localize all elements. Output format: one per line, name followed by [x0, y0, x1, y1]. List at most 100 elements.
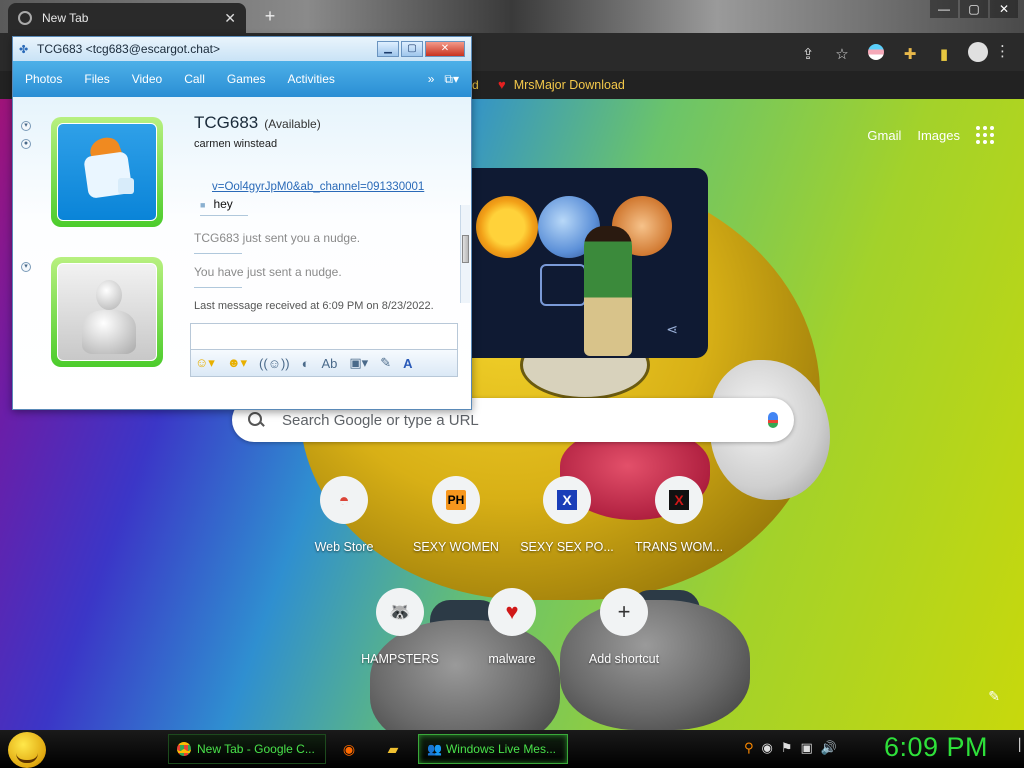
contact-name: TCG683 [194, 113, 259, 132]
messenger-tray-icon[interactable]: ◉ [762, 740, 773, 756]
chrome-icon [18, 11, 32, 25]
conversation-scrollbar[interactable] [460, 205, 470, 303]
nudge-icon[interactable]: ((☺)) [259, 356, 290, 371]
gmail-link[interactable]: Gmail [867, 128, 901, 143]
minimize-button[interactable]: ▁ [377, 41, 399, 57]
taskbar: New Tab - Google C... ◉ ▰ 👥 Windows Live… [0, 730, 1024, 768]
tab-close-icon[interactable]: ✕ [224, 10, 236, 27]
background-icon[interactable]: ▣▾ [349, 355, 368, 371]
emoticon-icon[interactable]: ☺▾ [195, 355, 215, 371]
shortcut-sexy-sex-po[interactable]: X SEXY SEX PO... [511, 476, 623, 554]
maximize-button[interactable]: ▢ [401, 41, 423, 57]
menu-call[interactable]: Call [184, 72, 205, 86]
collapse-arrow-icon[interactable]: ▾ [21, 121, 31, 131]
user-avatar[interactable] [51, 257, 163, 367]
microphone-icon[interactable] [768, 412, 778, 428]
menu-options-icon[interactable]: ⧉▾ [444, 72, 459, 87]
message-text: hey [213, 197, 233, 211]
voice-clip-icon[interactable]: ◐ [302, 356, 310, 371]
taskbar-wlm-task[interactable]: 👥 Windows Live Mes... [418, 734, 568, 764]
menu-photos[interactable]: Photos [25, 72, 62, 86]
bookmark-star-icon[interactable]: ☆ [832, 45, 852, 63]
wlm-conversation-window: ✤ TCG683 <tcg683@escargot.chat> ▁ ▢ ✕ Ph… [12, 36, 472, 410]
taskbar-task-label: New Tab - Google C... [197, 742, 315, 756]
close-button[interactable]: ✕ [990, 0, 1018, 18]
share-icon[interactable]: ⋖ [666, 321, 678, 338]
taskbar-task-label: Windows Live Mes... [445, 742, 556, 756]
contact-status: (Available) [264, 117, 321, 131]
shortcut-add[interactable]: + Add shortcut [568, 588, 680, 666]
maximize-button[interactable]: ▢ [960, 0, 988, 18]
firefox-icon[interactable]: ◉ [334, 734, 364, 764]
menu-video[interactable]: Video [132, 72, 162, 86]
show-desktop-corner[interactable]: ▕ [1011, 738, 1020, 752]
x-site-icon: X [655, 476, 703, 524]
text-mode-icon[interactable]: A [403, 356, 412, 371]
folder-icon[interactable]: ▰ [378, 734, 408, 764]
bookmark-label: MrsMajor Download [513, 77, 625, 92]
system-tray: ⚲ ◉ ⚑ ▣ 🔊 [744, 740, 837, 756]
shortcut-label: SEXY SEX PO... [520, 540, 614, 554]
volume-icon[interactable]: 🔊 [821, 740, 837, 756]
avatar-icon[interactable] [968, 42, 988, 66]
web-store-icon: ◓ [320, 476, 368, 524]
shortcut-label: Add shortcut [588, 652, 660, 666]
handwriting-icon[interactable]: ✎ [380, 355, 391, 371]
wlm-titlebar[interactable]: ✤ TCG683 <tcg683@escargot.chat> ▁ ▢ ✕ [13, 37, 471, 61]
ph-icon: PH [432, 476, 480, 524]
collapse-arrow-icon[interactable]: ▾ [21, 262, 31, 272]
tab-new-tab[interactable]: New Tab ✕ [8, 3, 246, 33]
taskbar-clock[interactable]: 6:09 PM [884, 732, 988, 763]
contact-avatar[interactable] [51, 117, 163, 227]
tab-strip: New Tab ✕ + — ▢ ✕ [0, 0, 1024, 33]
taskbar-chrome-task[interactable]: New Tab - Google C... [168, 734, 326, 764]
messenger-buddies-icon: 👥 [427, 742, 442, 756]
customize-pencil-icon[interactable]: ✎ [988, 688, 1000, 705]
conversation-history[interactable]: v=Ool4gyrJpM0&ab_channel=091330001 ■ hey … [194, 169, 456, 313]
new-tab-button[interactable]: + [260, 6, 280, 27]
contact-personal-message: carmen winstead [194, 138, 278, 150]
message-link[interactable]: v=Ool4gyrJpM0&ab_channel=091330001 [212, 181, 424, 193]
heart-icon: ♥ [488, 588, 536, 636]
shortcut-malware[interactable]: ♥ malware [456, 588, 568, 666]
shortcut-hampsters[interactable]: 🦝 HAMPSTERS [344, 588, 456, 666]
apps-grid-icon[interactable] [976, 126, 994, 144]
wlm-menu-bar: Photos Files Video Call Games Activities… [13, 61, 471, 97]
side-panel-icon[interactable]: ▮ [934, 45, 954, 63]
shortcut-label: TRANS WOM... [634, 540, 724, 554]
font-icon[interactable]: Ab [321, 356, 337, 371]
messenger-icon: ✤ [19, 44, 29, 56]
share-icon[interactable]: ⇪ [798, 45, 818, 63]
wink-icon[interactable]: ☻▾ [227, 355, 247, 371]
action-center-flag-icon[interactable]: ⚑ [781, 740, 793, 756]
menu-files[interactable]: Files [84, 72, 109, 86]
message-input[interactable] [190, 323, 458, 351]
scrollbar-thumb[interactable] [462, 235, 469, 263]
bookmark-mrsmajor[interactable]: ♥ MrsMajor Download [498, 77, 625, 92]
menu-kebab-icon[interactable]: ⋮ [995, 42, 1010, 60]
network-icon[interactable]: ▣ [801, 740, 813, 756]
minimize-button[interactable]: — [930, 0, 958, 18]
robot-illustration [540, 264, 586, 306]
profile-flag-icon[interactable] [866, 44, 886, 64]
bookmark-fragment[interactable]: d [472, 78, 479, 92]
menu-games[interactable]: Games [227, 72, 266, 86]
toolbar-icons: ⇪ ☆ ✚ ▮ [798, 42, 988, 66]
shortcut-label: HAMPSTERS [361, 652, 439, 666]
menu-activities[interactable]: Activities [288, 72, 335, 86]
search-input[interactable] [282, 411, 768, 429]
google-links: Gmail Images [867, 126, 994, 144]
start-button-smiley-icon[interactable] [8, 732, 46, 768]
shortcut-trans-wom[interactable]: X TRANS WOM... [623, 476, 735, 554]
images-link[interactable]: Images [917, 128, 960, 143]
menu-more-chevron[interactable]: » [428, 72, 435, 86]
status-dot-icon[interactable]: ● [21, 139, 31, 149]
google-doodle[interactable]: ⋖ [466, 168, 708, 358]
extensions-icon[interactable]: ✚ [900, 45, 920, 63]
search-icon[interactable]: ⚲ [744, 740, 754, 756]
shortcut-sexy-women[interactable]: PH SEXY WOMEN [400, 476, 512, 554]
nudge-sent-notice: You have just sent a nudge. [194, 265, 342, 279]
close-button[interactable]: ✕ [425, 41, 465, 57]
shortcut-web-store[interactable]: ◓ Web Store [288, 476, 400, 554]
last-message-timestamp: Last message received at 6:09 PM on 8/23… [194, 300, 434, 312]
